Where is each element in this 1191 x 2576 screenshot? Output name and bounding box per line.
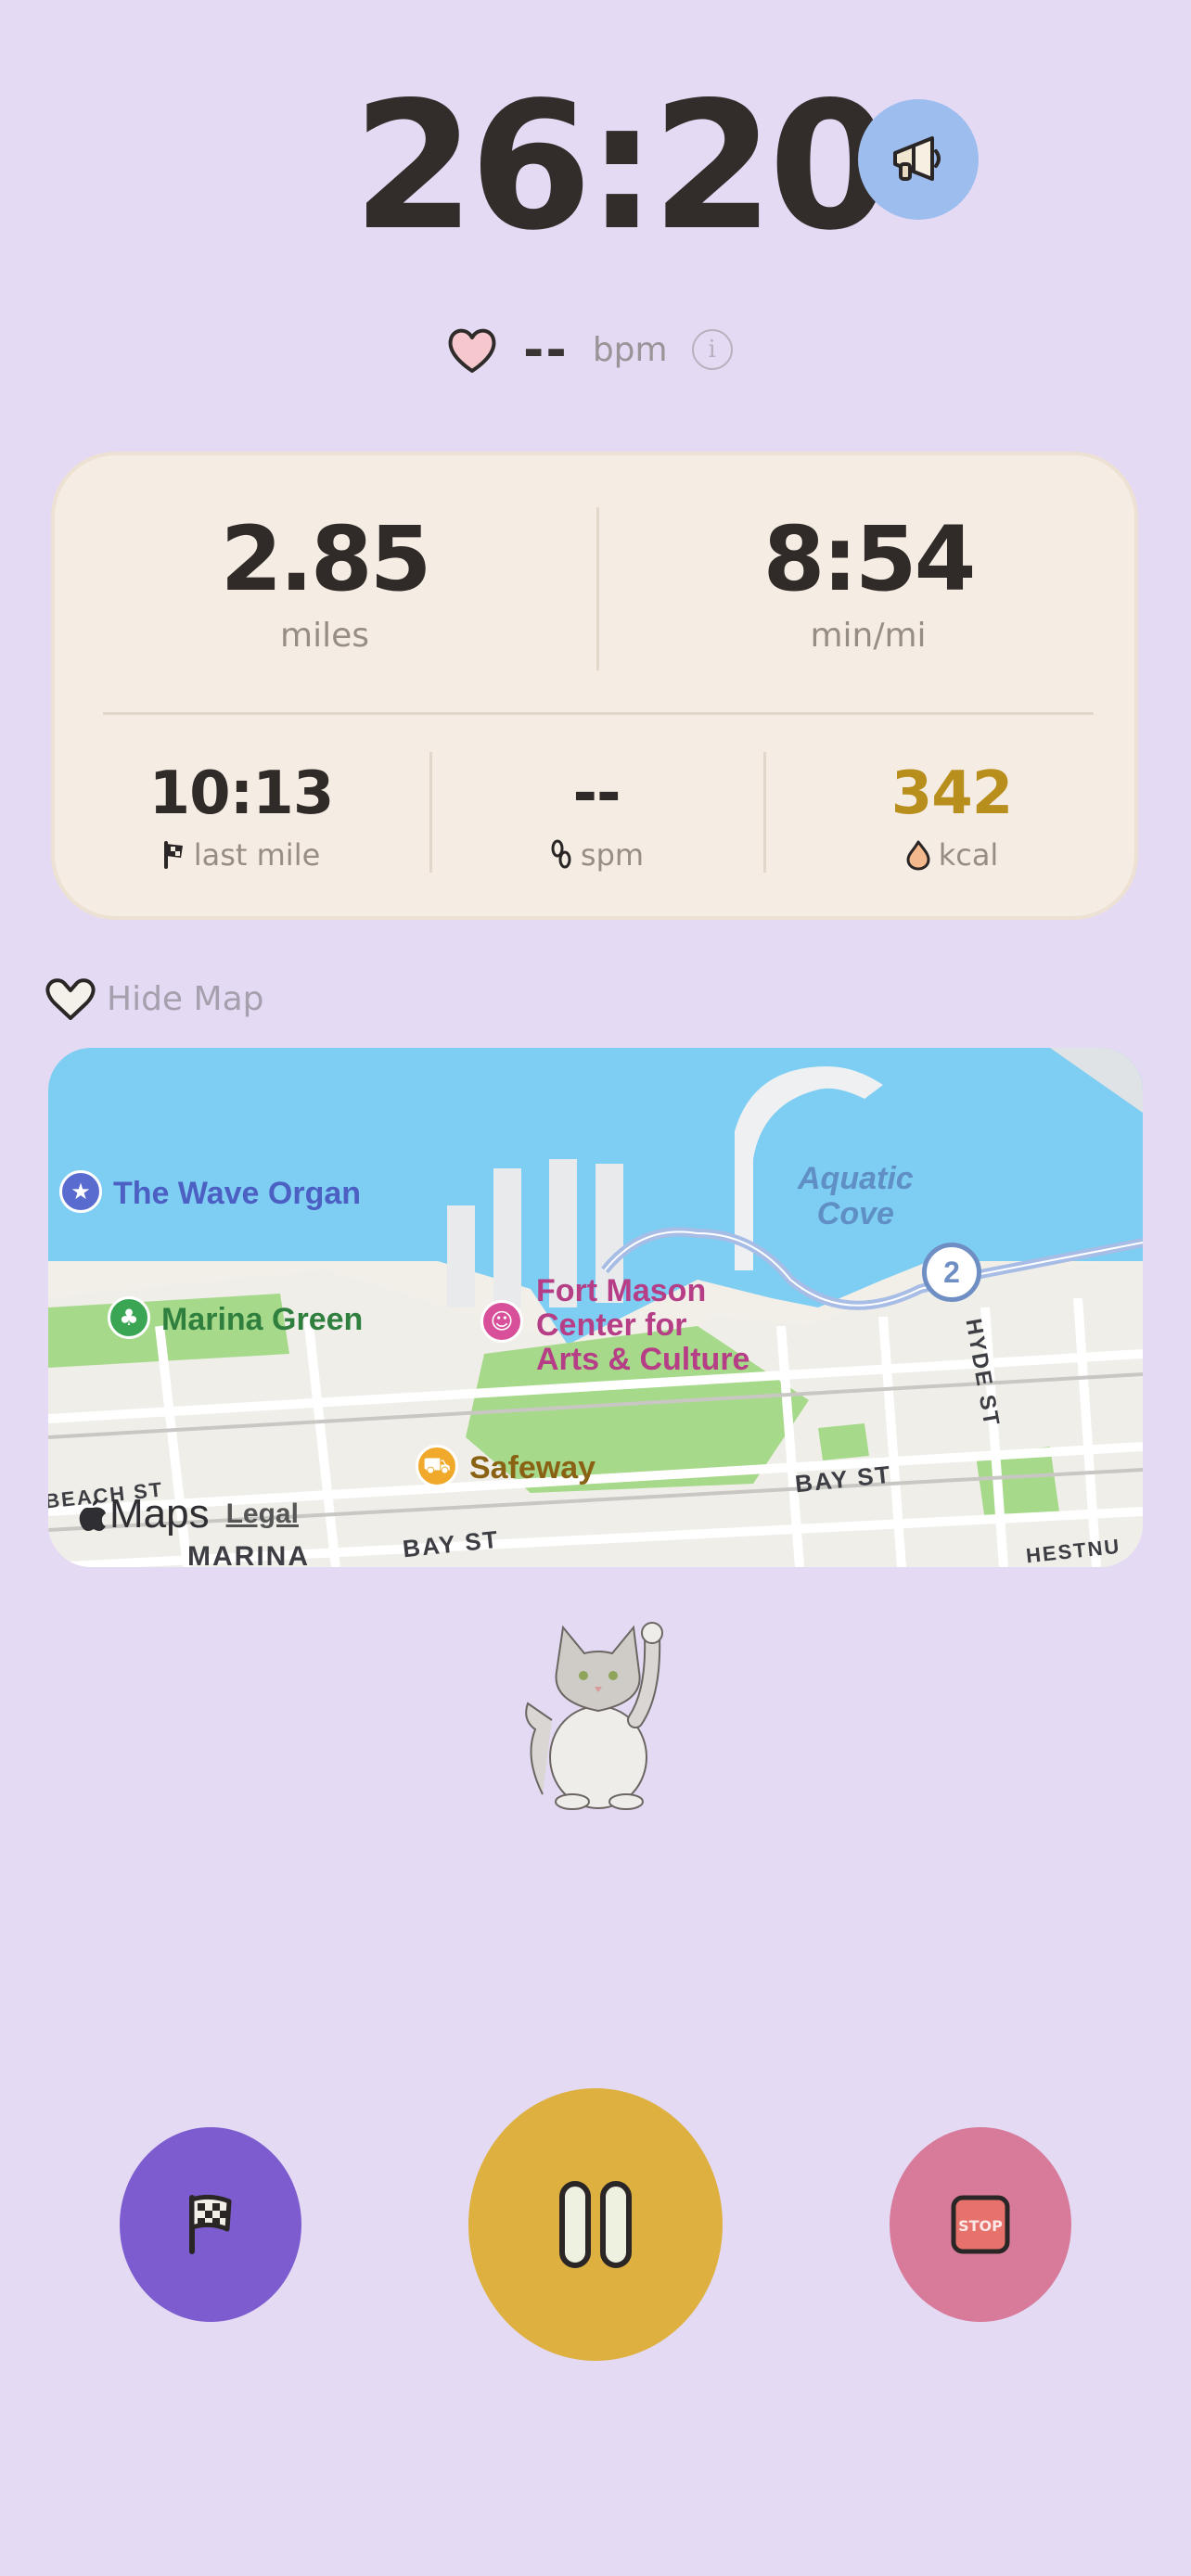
heart-rate-unit: bpm: [592, 330, 668, 369]
audio-announce-button[interactable]: [858, 99, 979, 220]
distance-value: 2.85: [220, 507, 432, 611]
mile-marker[interactable]: 2: [922, 1243, 981, 1302]
chevron-heart-icon: [45, 978, 96, 1020]
pace-stat: 8:54 min/mi: [598, 513, 1138, 655]
cadence-stat: -- spm: [431, 761, 762, 873]
legal-link[interactable]: Legal: [226, 1498, 299, 1530]
theater-pin-icon[interactable]: ☺: [480, 1300, 523, 1343]
pause-button[interactable]: [468, 2088, 723, 2361]
footprints-icon: [551, 839, 571, 869]
divider: [103, 712, 1094, 715]
apple-logo-icon: [79, 1498, 106, 1531]
distance-stat: 2.85 miles: [55, 513, 595, 655]
hide-map-toggle[interactable]: Hide Map: [44, 976, 264, 1022]
last-mile-value: 10:13: [148, 759, 335, 828]
cat-mascot-image: [525, 1622, 663, 1810]
poi-wave-organ[interactable]: The Wave Organ: [113, 1176, 361, 1212]
last-mile-stat: 10:13 last mile: [55, 761, 428, 873]
map-attribution: Maps Legal: [78, 1491, 299, 1537]
route-map[interactable]: ★ The Wave Organ ♣ Marina Green ☺ Fort M…: [48, 1048, 1143, 1567]
pace-label: min/mi: [810, 617, 927, 655]
calories-label: kcal: [938, 837, 999, 873]
aquatic-cove-line2: Cove: [816, 1196, 894, 1231]
poi-fort-mason-line2: Center for: [536, 1307, 687, 1343]
lap-button[interactable]: [120, 2127, 301, 2322]
water-label: Aquatic Cove: [798, 1161, 914, 1231]
poi-safeway[interactable]: Safeway: [469, 1450, 596, 1486]
heart-rate-value: --: [523, 320, 569, 379]
district-marina: MARINA: [187, 1541, 310, 1567]
cart-pin-icon[interactable]: ⛟: [416, 1445, 458, 1487]
calories-value: 342: [890, 759, 1014, 828]
calories-stat: 342 kcal: [765, 761, 1138, 873]
tree-pin-icon[interactable]: ♣: [108, 1296, 150, 1339]
checkered-flag-icon: [189, 2194, 232, 2254]
poi-fort-mason-line3: Arts & Culture: [536, 1342, 750, 1377]
aquatic-cove-line1: Aquatic: [798, 1161, 914, 1196]
poi-fort-mason-line1: Fort Mason: [536, 1273, 707, 1308]
megaphone-icon: [893, 136, 941, 181]
cadence-label: spm: [580, 837, 645, 873]
run-stats-card: 2.85 miles 8:54 min/mi 10:13 last mile -…: [51, 452, 1138, 920]
cadence-value: --: [572, 759, 621, 828]
pause-icon: [559, 2181, 632, 2268]
checkered-flag-icon: [163, 841, 183, 869]
last-mile-label: last mile: [193, 837, 321, 873]
maps-brand: Maps: [78, 1491, 210, 1537]
heart-icon: [448, 328, 496, 373]
info-icon[interactable]: i: [691, 329, 733, 370]
svg-text:STOP: STOP: [958, 2217, 1003, 2235]
flame-icon: [906, 840, 930, 871]
poi-marina-green[interactable]: Marina Green: [161, 1302, 363, 1338]
hide-map-label: Hide Map: [107, 979, 264, 1018]
poi-fort-mason[interactable]: Fort Mason Center for Arts & Culture: [536, 1274, 749, 1377]
stop-sign-icon: STOP: [951, 2195, 1010, 2254]
elapsed-time: 26:20: [352, 64, 891, 269]
stop-button[interactable]: STOP: [890, 2127, 1071, 2322]
star-pin-icon[interactable]: ★: [59, 1170, 102, 1213]
distance-label: miles: [280, 617, 369, 655]
pace-value: 8:54: [762, 507, 977, 611]
heart-rate-row: -- bpm i: [445, 317, 733, 382]
